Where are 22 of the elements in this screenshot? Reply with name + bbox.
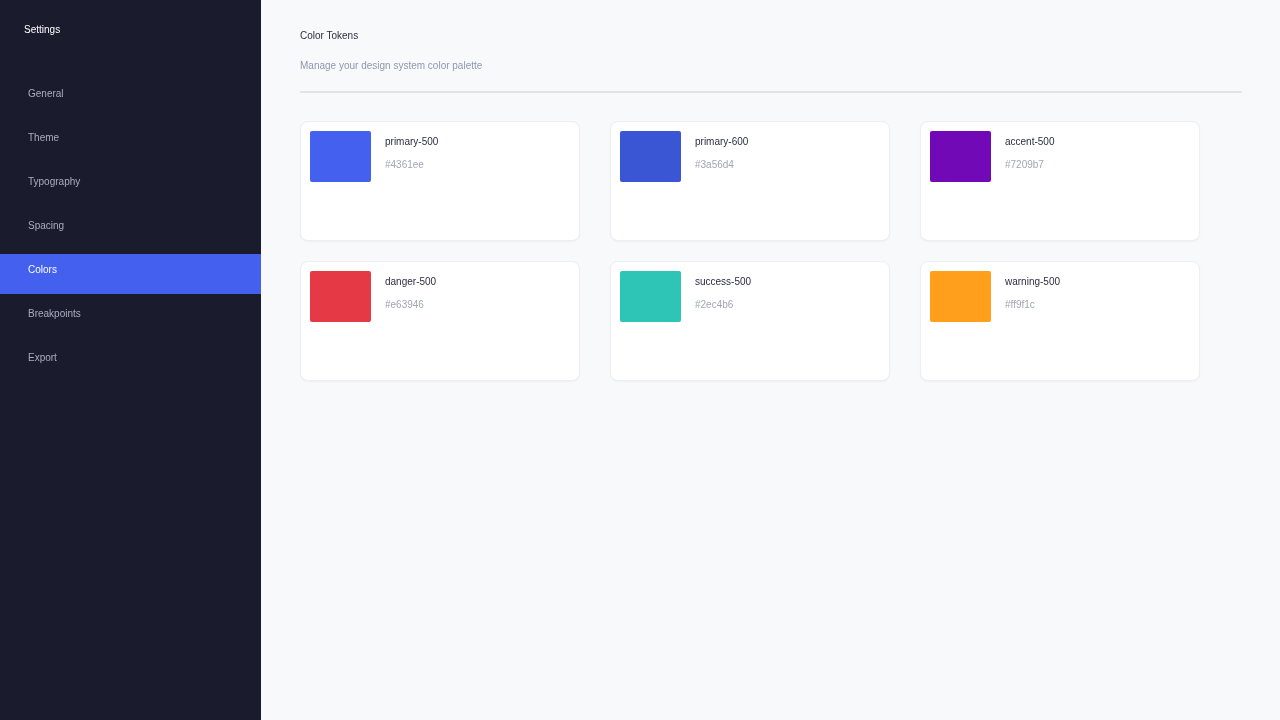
token-hex: #4361ee (385, 158, 424, 172)
token-name: danger-500 (385, 275, 437, 289)
token-name: primary-500 (385, 135, 439, 149)
token-name: success-500 (695, 275, 752, 289)
sidebar-item[interactable]: Export (0, 342, 261, 382)
sidebar-item[interactable]: General (0, 78, 261, 118)
token-name: primary-600 (695, 135, 749, 149)
token-name: accent-500 (1005, 135, 1055, 149)
token-hex: #7209b7 (1005, 158, 1044, 172)
token-hex: #ff9f1c (1005, 298, 1035, 312)
token-hex: #e63946 (385, 298, 424, 312)
sidebar-item[interactable]: Theme (0, 122, 261, 162)
page-title: Color Tokens (300, 29, 359, 43)
sidebar-item[interactable]: Spacing (0, 210, 261, 250)
sidebar-title: Settings (24, 23, 61, 37)
sidebar-item[interactable]: Typography (0, 166, 261, 206)
token-hex: #3a56d4 (695, 158, 734, 172)
token-hex: #2ec4b6 (695, 298, 734, 312)
sidebar-item[interactable]: Breakpoints (0, 298, 261, 338)
token-name: warning-500 (1005, 275, 1061, 289)
sidebar-item[interactable]: Colors (0, 254, 261, 294)
page-subtitle: Manage your design system color palette (300, 59, 483, 73)
